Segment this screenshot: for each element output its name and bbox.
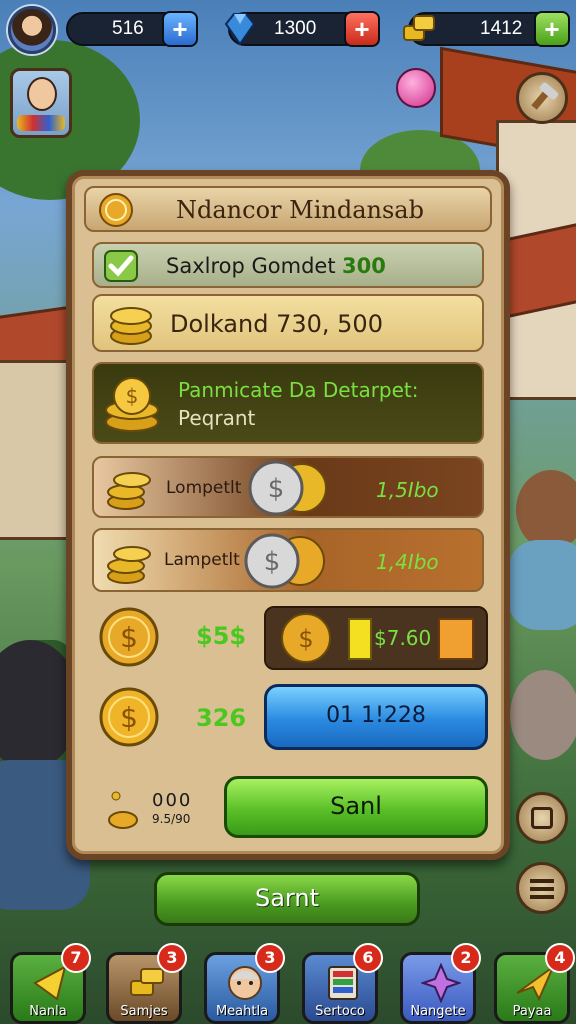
plus-icon: + — [354, 14, 370, 44]
coin-row-2-left-value: 326 — [196, 704, 247, 732]
yellow-marker — [348, 618, 372, 660]
send-count-bottom: 9.5/90 — [152, 812, 191, 826]
nav-badge: 4 — [545, 943, 575, 973]
coin-row-2: $ 326 01 1!228 — [92, 684, 488, 754]
coins-value: 516 — [112, 18, 144, 39]
svg-text:$: $ — [126, 384, 139, 408]
coin-icon: $ — [99, 687, 159, 747]
lampet-row-2[interactable]: Lampetlt $ 1,4Ibo — [92, 528, 484, 592]
nav-label: Nanla — [29, 1004, 67, 1019]
add-gems-button[interactable]: + — [344, 11, 380, 47]
gold-bars-icon — [403, 15, 435, 41]
menu-icon[interactable] — [516, 862, 568, 914]
lampet-1-label: Lompetlt — [166, 478, 242, 498]
panel-title: Ndancor Mindansab — [176, 196, 424, 224]
lampet-row-1[interactable]: Lompetlt $ 1,5Ibo — [92, 456, 484, 518]
plus-icon: + — [544, 14, 560, 44]
gems-value: 1300 — [274, 18, 317, 39]
silver-coin-icon: $ — [244, 533, 325, 589]
coin-row-1-left-value: $5$ — [196, 622, 247, 650]
price-box[interactable]: $ $7.60 — [264, 606, 488, 670]
coin-stack-icon — [110, 307, 152, 345]
blue-button-label: 01 1!228 — [326, 703, 426, 728]
candy-icon[interactable] — [396, 68, 436, 108]
send-row: 000 9.5/90 Sanl — [92, 772, 488, 842]
top-bar: 516 + 1300 + 1412 + — [6, 6, 570, 54]
start-button[interactable]: Sarnt — [154, 872, 420, 926]
nav-label: Meahtla — [215, 1004, 269, 1019]
nav-label: Payaa — [512, 1004, 552, 1019]
lampet-1-value: 1,5Ibo — [376, 478, 439, 502]
coin-row-1-right-value: $7.60 — [374, 626, 432, 650]
add-coins-button[interactable]: + — [162, 11, 198, 47]
add-gold-button[interactable]: + — [534, 11, 570, 47]
bottom-nav: 7 Nanla 3 Samjes 3 Meahtla 6 Sertoco 2 N… — [0, 932, 576, 1024]
payment-title: Panmicate Da Detarpet: — [178, 378, 419, 402]
checkmark-icon — [104, 250, 138, 282]
nav-item-payaa[interactable]: 4 Payaa — [494, 943, 575, 1024]
nav-item-sertoco[interactable]: 6 Sertoco — [302, 943, 383, 1024]
payment-subtitle: Peqrant — [178, 406, 256, 430]
svg-text:$: $ — [120, 621, 138, 654]
gold-counter: 1412 + — [403, 11, 570, 47]
coin-icon — [99, 193, 133, 227]
inventory-icon[interactable] — [516, 792, 568, 844]
check-row-label: Saxlrop Gomdet — [166, 254, 336, 278]
payment-row: $ Panmicate Da Detarpet: Peqrant — [92, 362, 484, 444]
character-portrait[interactable] — [10, 68, 72, 138]
nav-item-nanla[interactable]: 7 Nanla — [10, 943, 91, 1024]
nav-label: Nangete — [410, 1004, 466, 1019]
nav-badge: 2 — [451, 943, 481, 973]
nav-item-samjes[interactable]: 3 Samjes — [106, 943, 187, 1024]
silver-coin-icon: $ — [248, 460, 327, 516]
gems-counter: 1300 + — [224, 11, 380, 47]
nav-badge: 6 — [353, 943, 383, 973]
nav-item-meahtla[interactable]: 3 Meahtla — [204, 943, 285, 1024]
coins-counter: 516 + — [66, 11, 198, 47]
coin-stack-icon — [107, 546, 151, 584]
blue-exchange-button[interactable]: 01 1!228 — [264, 684, 488, 750]
check-row: Saxlrop Gomdet 300 — [92, 242, 484, 288]
lampet-2-label: Lampetlt — [164, 550, 240, 570]
nav-label: Samjes — [120, 1004, 168, 1019]
gold-value: 1412 — [480, 18, 523, 39]
hammer-icon[interactable] — [516, 72, 568, 124]
svg-text:$: $ — [120, 701, 138, 734]
start-button-label: Sarnt — [254, 884, 319, 912]
nav-badge: 7 — [61, 943, 91, 973]
nav-badge: 3 — [157, 943, 187, 973]
lampet-2-value: 1,4Ibo — [376, 550, 439, 574]
send-count-top: 000 — [152, 790, 193, 811]
svg-text:$: $ — [298, 625, 313, 653]
nav-badge: 3 — [255, 943, 285, 973]
svg-text:$: $ — [268, 474, 285, 504]
svg-text:$: $ — [264, 547, 281, 577]
send-button[interactable]: Sanl — [224, 776, 488, 838]
coin-stack-icon — [108, 791, 138, 829]
player-avatar[interactable] — [8, 6, 56, 54]
coin-row-1: $ $5$ $ $7.60 — [92, 604, 488, 674]
coin-icon: $ — [99, 607, 159, 667]
gold-row-label: Dolkand 730, 500 — [170, 310, 383, 338]
nav-item-nangete[interactable]: 2 Nangete — [400, 943, 481, 1024]
gem-icon — [224, 13, 256, 46]
send-button-label: Sanl — [330, 792, 382, 820]
check-row-value: 300 — [342, 254, 386, 278]
orange-marker — [438, 618, 474, 660]
panel-header: Ndancor Mindansab — [84, 186, 492, 232]
nav-label: Sertoco — [315, 1004, 365, 1019]
gold-row: Dolkand 730, 500 — [92, 294, 484, 352]
coin-stack-icon: $ — [105, 377, 159, 432]
exchange-panel: Ndancor Mindansab Saxlrop Gomdet 300 Dol… — [66, 170, 510, 860]
coin-stack-icon — [107, 472, 151, 510]
coin-icon: $ — [281, 613, 331, 663]
plus-icon: + — [172, 14, 188, 44]
